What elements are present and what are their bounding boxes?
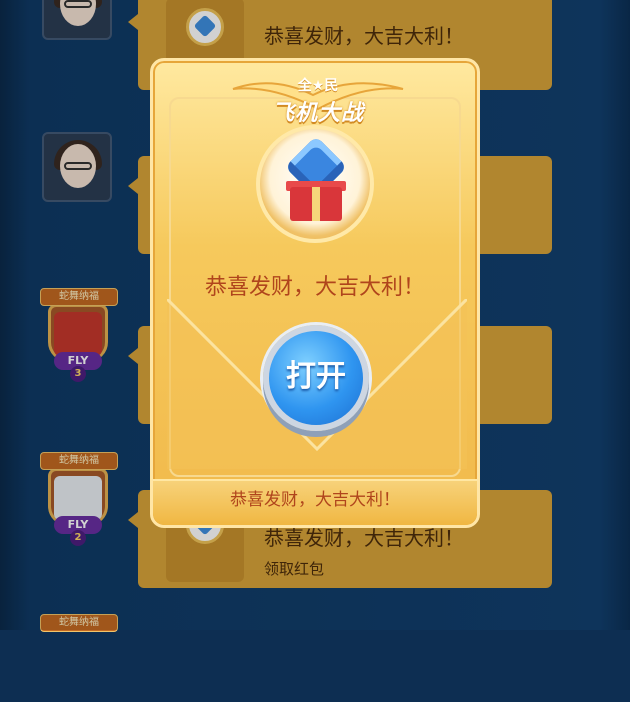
avatar-frame-art: 蛇舞纳福 (40, 614, 118, 702)
gift-box-icon (290, 187, 342, 221)
logo-subtitle: 全★民 (297, 78, 339, 94)
blessing-message: 恭喜发财，大吉大利！ (204, 275, 425, 300)
avatar-frame[interactable]: 蛇舞纳福 (40, 614, 118, 692)
open-button[interactable]: 打开 (263, 325, 369, 431)
blessing-footer: 恭喜发财，大吉大利！ (230, 490, 400, 510)
red-packet-dialog: 全★民 飞机大战 恭喜发财，大吉大利！ 打开 恭喜发财，大吉大利！ (150, 58, 480, 528)
diamond-gift-icon (256, 125, 374, 243)
logo-title: 飞机大战 (271, 101, 364, 126)
